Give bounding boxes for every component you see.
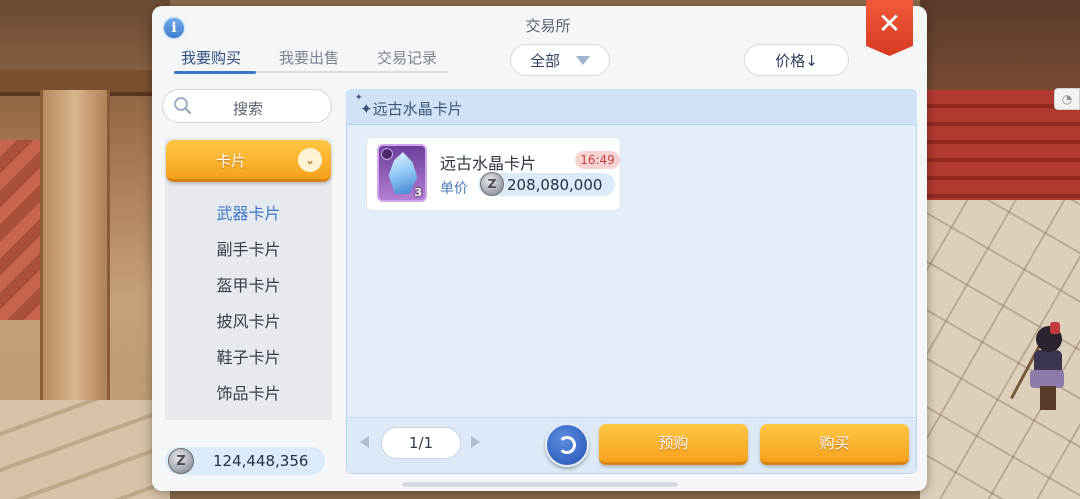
item-time-badge: 16:49 [575, 151, 620, 169]
building-right [920, 0, 1080, 499]
crystal-card-icon: 3 [377, 144, 427, 202]
preorder-button[interactable]: 预购 [599, 424, 748, 465]
bottom-scroll-indicator [402, 482, 678, 487]
next-page-icon[interactable] [471, 436, 480, 448]
close-icon: ✕ [877, 7, 902, 40]
card-badge-icon [381, 148, 393, 160]
dropdown-triangle-icon [576, 55, 590, 65]
refresh-icon [558, 436, 576, 454]
character-hat [1050, 322, 1060, 334]
window-title: 交易所 [525, 17, 571, 35]
unit-price-value: 208,080,000 [507, 176, 603, 194]
subcategory-offhand-card[interactable]: 副手卡片 [165, 236, 332, 260]
building-left [0, 0, 170, 499]
zeny-amount: 124,448,356 [213, 452, 309, 470]
chevron-down-icon: ⌄ [298, 148, 322, 172]
category-selected-label: 卡片 [215, 152, 246, 170]
tab-buy[interactable]: 我要购买 [181, 47, 241, 68]
stone-floor [0, 400, 170, 499]
tab-records[interactable]: 交易记录 [377, 47, 437, 68]
subcategory-cape-card[interactable]: 披风卡片 [165, 308, 332, 332]
chat-icon[interactable]: ◔ [1054, 88, 1080, 110]
prev-page-icon[interactable] [360, 436, 369, 448]
listing-header: ✦ ✦远古水晶卡片 [346, 89, 917, 125]
zeny-coin-icon: Z [480, 172, 504, 196]
filter-dropdown[interactable]: 全部 [510, 44, 610, 76]
unit-price-box: Z 208,080,000 [478, 172, 615, 196]
page-indicator: 1/1 [381, 427, 461, 459]
listing-heading: ✦远古水晶卡片 [360, 100, 463, 118]
search-button[interactable]: 搜索 [162, 89, 332, 123]
subcategory-shoes-card[interactable]: 鞋子卡片 [165, 344, 332, 368]
stone-pillar [40, 90, 110, 410]
tab-sell[interactable]: 我要出售 [279, 47, 339, 68]
info-icon[interactable]: i [162, 16, 186, 40]
filter-selected-label: 全部 [529, 51, 560, 70]
search-label: 搜索 [232, 100, 263, 118]
item-name: 远古水晶卡片 [440, 154, 537, 173]
buy-button[interactable]: 购买 [760, 424, 909, 465]
subcategory-weapon-card[interactable]: 武器卡片 [165, 200, 332, 224]
sort-label: 价格↓ [775, 51, 818, 70]
subcategory-armor-card[interactable]: 盔甲卡片 [165, 272, 332, 296]
refresh-button[interactable] [545, 423, 589, 467]
category-dropdown[interactable]: 卡片 ⌄ [166, 140, 331, 182]
active-tab-indicator [174, 71, 256, 74]
close-button[interactable]: ✕ [866, 0, 913, 56]
unit-price-label: 单价 [440, 181, 468, 197]
sort-price-button[interactable]: 价格↓ [744, 44, 849, 76]
subcategory-accessory-card[interactable]: 饰品卡片 [165, 380, 332, 404]
item-quantity: 3 [414, 186, 422, 199]
player-character[interactable] [1010, 322, 1068, 414]
zeny-coin-icon: Z [168, 448, 194, 474]
zeny-balance: Z 124,448,356 [165, 447, 325, 475]
character-legs [1040, 386, 1056, 410]
